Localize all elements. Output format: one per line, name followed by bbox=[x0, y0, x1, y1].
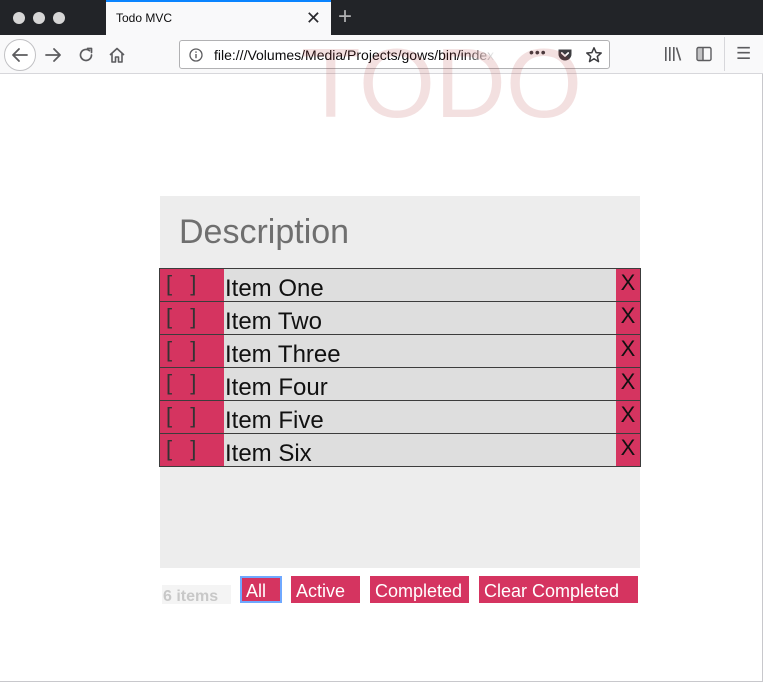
home-button[interactable] bbox=[106, 44, 128, 66]
home-icon bbox=[109, 47, 125, 63]
toolbar-separator bbox=[724, 37, 725, 71]
forward-arrow-icon bbox=[45, 48, 61, 62]
forward-button[interactable] bbox=[42, 44, 64, 66]
todo-delete-button[interactable]: X bbox=[616, 269, 640, 301]
tab-title: Todo MVC bbox=[116, 11, 173, 25]
todo-label[interactable]: Item Three bbox=[224, 335, 341, 368]
todo-item: [ ] Item Three X bbox=[159, 334, 641, 368]
bookmark-star-icon[interactable] bbox=[585, 46, 603, 64]
browser-tab[interactable]: Todo MVC ✕ bbox=[106, 0, 331, 35]
todo-item: [ ] Item Two X bbox=[159, 301, 641, 335]
todo-item: [ ] Item Six X bbox=[159, 433, 641, 467]
back-button[interactable] bbox=[4, 39, 36, 71]
new-todo-input[interactable] bbox=[160, 196, 640, 268]
todo-toggle[interactable]: [ ] bbox=[160, 434, 224, 466]
tab-close-icon[interactable]: ✕ bbox=[306, 7, 321, 29]
todo-delete-button[interactable]: X bbox=[616, 335, 640, 367]
url-text[interactable]: file:///Volumes/Media/Projects/gows/bin/… bbox=[214, 47, 496, 63]
clear-completed-button[interactable]: Clear Completed bbox=[479, 576, 638, 603]
sidebar-icon[interactable] bbox=[696, 46, 712, 62]
todo-label[interactable]: Item Five bbox=[224, 401, 324, 434]
filter-completed-button[interactable]: Completed bbox=[370, 576, 469, 603]
reload-icon bbox=[79, 47, 93, 62]
todo-toggle[interactable]: [ ] bbox=[160, 269, 224, 301]
filter-active-button[interactable]: Active bbox=[291, 576, 360, 603]
filter-all-button[interactable]: All bbox=[240, 576, 282, 603]
todo-toggle[interactable]: [ ] bbox=[160, 401, 224, 433]
todo-label[interactable]: Item Two bbox=[224, 302, 322, 335]
address-bar[interactable]: file:///Volumes/Media/Projects/gows/bin/… bbox=[179, 40, 610, 69]
todo-item: [ ] Item One X bbox=[159, 268, 641, 302]
todo-label[interactable]: Item Four bbox=[224, 368, 328, 401]
library-icon[interactable] bbox=[664, 46, 682, 62]
tab-bar: Todo MVC ✕ + bbox=[0, 0, 763, 35]
todo-delete-button[interactable]: X bbox=[616, 434, 640, 466]
todo-toggle[interactable]: [ ] bbox=[160, 302, 224, 334]
todo-label[interactable]: Item Six bbox=[224, 434, 312, 467]
new-tab-icon[interactable]: + bbox=[338, 3, 352, 31]
todo-toggle[interactable]: [ ] bbox=[160, 368, 224, 400]
todo-delete-button[interactable]: X bbox=[616, 401, 640, 433]
todo-label[interactable]: Item One bbox=[224, 269, 324, 302]
items-left-count: 6 items bbox=[162, 585, 231, 605]
pocket-icon[interactable] bbox=[557, 47, 573, 63]
todo-item: [ ] Item Five X bbox=[159, 400, 641, 434]
todo-list: [ ] Item One X [ ] Item Two X [ ] Item T… bbox=[159, 268, 641, 467]
page-actions-icon[interactable]: ••• bbox=[529, 44, 547, 60]
menu-icon[interactable]: ☰ bbox=[736, 44, 751, 64]
todo-item: [ ] Item Four X bbox=[159, 367, 641, 401]
minimize-window-icon[interactable] bbox=[33, 12, 45, 24]
close-window-icon[interactable] bbox=[13, 12, 25, 24]
zoom-window-icon[interactable] bbox=[53, 12, 65, 24]
back-arrow-icon bbox=[12, 48, 28, 62]
todo-delete-button[interactable]: X bbox=[616, 302, 640, 334]
navigation-toolbar: file:///Volumes/Media/Projects/gows/bin/… bbox=[0, 35, 763, 74]
todo-delete-button[interactable]: X bbox=[616, 368, 640, 400]
todo-toggle[interactable]: [ ] bbox=[160, 335, 224, 367]
reload-button[interactable] bbox=[75, 44, 97, 66]
info-icon[interactable] bbox=[189, 48, 203, 62]
